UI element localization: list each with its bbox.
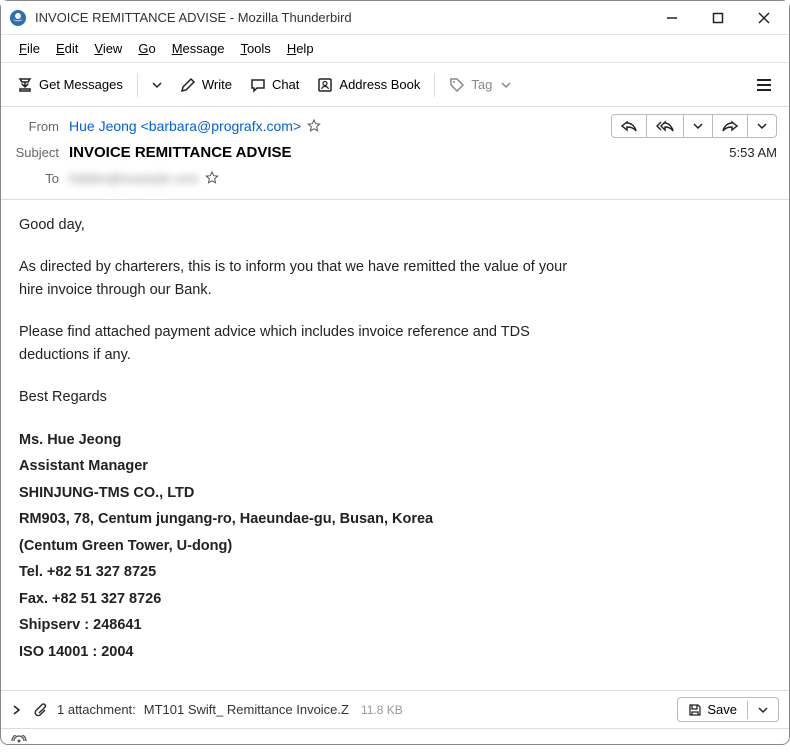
address-book-icon bbox=[317, 77, 333, 93]
body-paragraph-2: Please find attached payment advice whic… bbox=[19, 321, 599, 366]
save-dropdown[interactable] bbox=[747, 701, 778, 719]
sig-address-1: RM903, 78, Centum jungang-ro, Haeundae-g… bbox=[19, 511, 433, 527]
message-body: Good day, As directed by charterers, thi… bbox=[1, 200, 789, 690]
body-greeting: Good day, bbox=[19, 214, 771, 236]
get-messages-dropdown[interactable] bbox=[144, 74, 170, 96]
status-bar bbox=[1, 728, 789, 752]
menu-help[interactable]: Help bbox=[279, 39, 322, 58]
sig-fax: Fax. +82 51 327 8726 bbox=[19, 591, 161, 607]
signature-block: Ms. Hue Jeong Assistant Manager SHINJUNG… bbox=[19, 429, 771, 663]
menu-message[interactable]: Message bbox=[164, 39, 233, 58]
star-icon[interactable] bbox=[205, 171, 219, 185]
star-icon[interactable] bbox=[307, 119, 321, 133]
menu-edit[interactable]: Edit bbox=[48, 39, 86, 58]
chat-label: Chat bbox=[272, 77, 299, 92]
message-headers: From Hue Jeong <barbara@prografx.com> Su… bbox=[1, 107, 789, 200]
write-label: Write bbox=[202, 77, 232, 92]
attachment-size: 11.8 KB bbox=[361, 703, 403, 717]
sig-tel: Tel. +82 51 327 8725 bbox=[19, 564, 156, 580]
menu-tools[interactable]: Tools bbox=[232, 39, 278, 58]
attachment-bar: 1 attachment: MT101 Swift_ Remittance In… bbox=[1, 690, 789, 728]
message-time: 5:53 AM bbox=[729, 145, 777, 160]
body-paragraph-1: As directed by charterers, this is to in… bbox=[19, 256, 579, 301]
sig-shipserv: Shipserv : 248641 bbox=[19, 617, 142, 633]
get-messages-button[interactable]: Get Messages bbox=[9, 71, 131, 99]
menu-view[interactable]: View bbox=[86, 39, 130, 58]
tag-button[interactable]: Tag bbox=[441, 71, 519, 99]
sig-company: SHINJUNG-TMS CO., LTD bbox=[19, 485, 194, 501]
tag-icon bbox=[449, 77, 465, 93]
address-book-button[interactable]: Address Book bbox=[309, 71, 428, 99]
minimize-button[interactable] bbox=[649, 1, 695, 35]
message-actions bbox=[611, 114, 777, 138]
menu-bar: File Edit View Go Message Tools Help bbox=[1, 35, 789, 63]
to-label: To bbox=[13, 171, 69, 186]
tag-label: Tag bbox=[471, 77, 492, 92]
forward-button[interactable] bbox=[713, 114, 748, 138]
from-label: From bbox=[13, 119, 69, 134]
expand-attachments-button[interactable] bbox=[11, 704, 23, 716]
reply-all-dropdown[interactable] bbox=[684, 114, 713, 138]
close-button[interactable] bbox=[741, 1, 787, 35]
app-icon bbox=[9, 9, 27, 27]
get-messages-label: Get Messages bbox=[39, 77, 123, 92]
more-actions-dropdown[interactable] bbox=[748, 114, 777, 138]
reply-button[interactable] bbox=[611, 114, 647, 138]
address-book-label: Address Book bbox=[339, 77, 420, 92]
download-icon bbox=[17, 77, 33, 93]
to-value[interactable]: hidden@example.com bbox=[69, 171, 199, 186]
chat-icon bbox=[250, 77, 266, 93]
sig-name: Ms. Hue Jeong bbox=[19, 432, 121, 448]
save-attachment-button[interactable]: Save bbox=[678, 698, 747, 721]
window-titlebar: INVOICE REMITTANCE ADVISE - Mozilla Thun… bbox=[1, 1, 789, 35]
attachment-filename[interactable]: MT101 Swift_ Remittance Invoice.Z bbox=[144, 702, 349, 717]
app-menu-button[interactable] bbox=[747, 71, 781, 99]
menu-file[interactable]: File bbox=[11, 39, 48, 58]
reply-all-button[interactable] bbox=[647, 114, 684, 138]
attachment-count: 1 attachment: bbox=[57, 702, 136, 717]
sig-title: Assistant Manager bbox=[19, 458, 148, 474]
body-closing: Best Regards bbox=[19, 386, 771, 408]
subject-value: INVOICE REMITTANCE ADVISE bbox=[69, 144, 292, 161]
save-icon bbox=[688, 703, 702, 717]
save-label: Save bbox=[707, 702, 737, 717]
save-attachment-button-group: Save bbox=[677, 697, 779, 722]
sig-address-2: (Centum Green Tower, U-dong) bbox=[19, 538, 232, 554]
chat-button[interactable]: Chat bbox=[242, 71, 307, 99]
from-value[interactable]: Hue Jeong <barbara@prografx.com> bbox=[69, 118, 301, 134]
subject-label: Subject bbox=[13, 145, 69, 160]
maximize-button[interactable] bbox=[695, 1, 741, 35]
sig-iso: ISO 14001 : 2004 bbox=[19, 644, 133, 660]
pencil-icon bbox=[180, 77, 196, 93]
toolbar: Get Messages Write Chat Address Book Tag bbox=[1, 63, 789, 107]
write-button[interactable]: Write bbox=[172, 71, 240, 99]
paperclip-icon bbox=[33, 702, 49, 718]
separator bbox=[434, 73, 435, 97]
window-title: INVOICE REMITTANCE ADVISE - Mozilla Thun… bbox=[35, 10, 649, 25]
menu-go[interactable]: Go bbox=[130, 39, 163, 58]
separator bbox=[137, 73, 138, 97]
